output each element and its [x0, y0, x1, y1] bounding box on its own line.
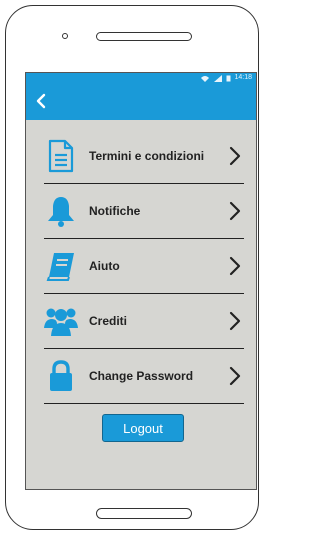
menu-item-credits[interactable]: Crediti: [44, 294, 244, 349]
phone-screen: 14:18 Termini e condizioni Notifiche Aiu…: [25, 72, 257, 490]
chevron-right-icon: [229, 366, 241, 386]
menu-item-label: Change Password: [89, 369, 194, 383]
people-icon: [44, 308, 78, 336]
bell-icon: [48, 197, 74, 227]
app-bar: [26, 83, 256, 120]
menu-item-terms[interactable]: Termini e condizioni: [44, 129, 244, 184]
status-time: 14:18: [234, 74, 252, 81]
camera-lens: [62, 33, 68, 39]
chevron-right-icon: [229, 201, 241, 221]
lock-icon: [50, 360, 72, 391]
home-button[interactable]: [96, 508, 192, 519]
chevron-right-icon: [229, 311, 241, 331]
book-icon: [46, 253, 74, 281]
menu-item-label: Aiuto: [89, 259, 120, 273]
menu-item-change-password[interactable]: Change Password: [44, 349, 244, 404]
document-icon: [48, 139, 74, 173]
chevron-right-icon: [229, 146, 241, 166]
chevron-right-icon: [229, 256, 241, 276]
wifi-icon: [201, 75, 210, 82]
menu-item-label: Notifiche: [89, 204, 141, 218]
menu-item-label: Termini e condizioni: [89, 149, 205, 163]
menu-item-notifications[interactable]: Notifiche: [44, 184, 244, 239]
battery-icon: [226, 75, 231, 81]
menu-item-help[interactable]: Aiuto: [44, 239, 244, 294]
phone-frame: 14:18 Termini e condizioni Notifiche Aiu…: [5, 5, 259, 530]
back-arrow-icon[interactable]: [32, 91, 52, 111]
status-bar: 14:18: [26, 73, 256, 83]
signal-icon: [214, 74, 223, 82]
speaker-grille: [96, 32, 192, 41]
settings-menu: Termini e condizioni Notifiche Aiuto Cre…: [44, 129, 244, 404]
menu-item-label: Crediti: [89, 314, 128, 328]
logout-button[interactable]: Logout: [102, 414, 184, 442]
